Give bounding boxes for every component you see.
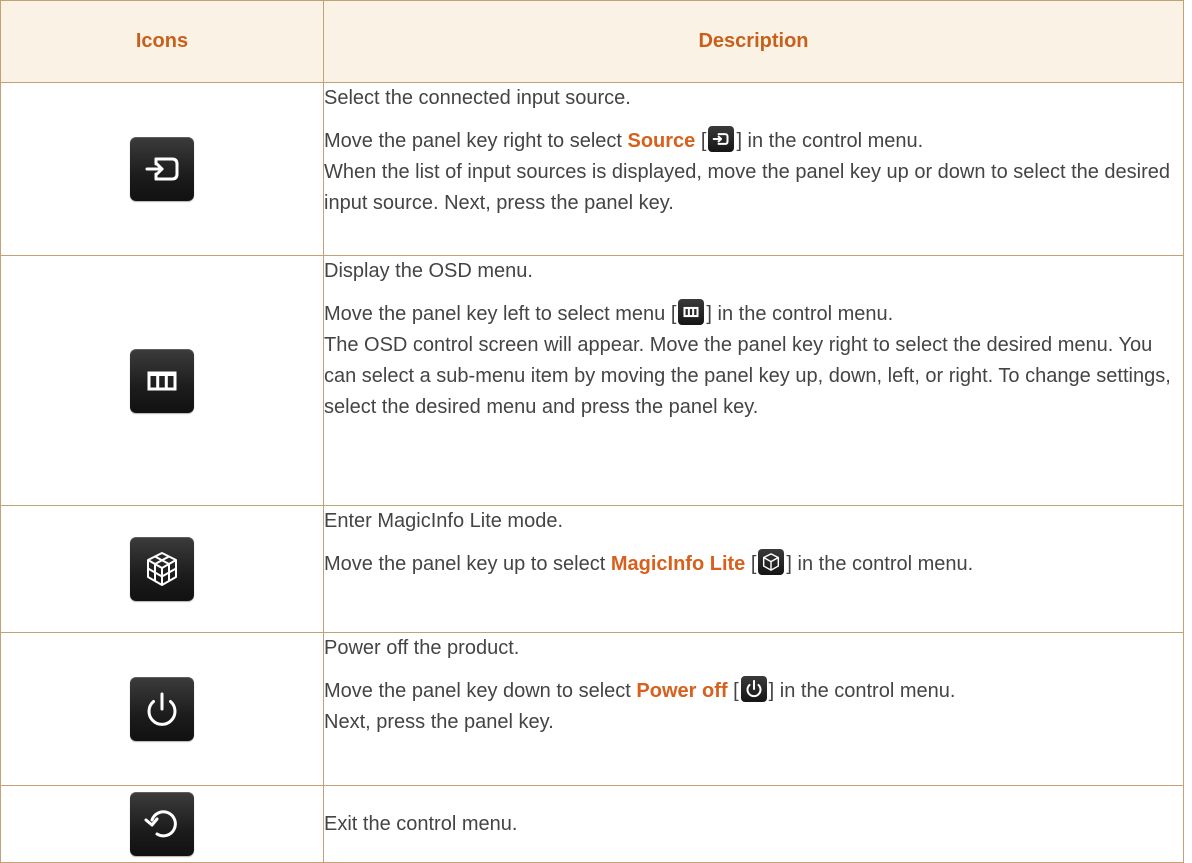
detail-text: Move the panel key left to select menu [ (324, 303, 677, 325)
source-icon (708, 126, 735, 152)
icon-cell (0, 82, 324, 256)
detail-text: When the list of input sources is displa… (324, 161, 1171, 214)
description-cell: Select the connected input source. Move … (323, 82, 1184, 256)
return-icon (130, 792, 194, 856)
table-row: Exit the control menu. (0, 785, 1184, 863)
table-row: Display the OSD menu. Move the panel key… (0, 255, 1184, 506)
highlight-magicinfo-lite: MagicInfo Lite (610, 553, 746, 575)
row-summary: Display the OSD menu. (324, 260, 533, 282)
highlight-power-off: Power off (636, 680, 728, 702)
table-header-row: Icons Description (0, 0, 1184, 83)
detail-text: [ (745, 553, 757, 575)
row-detail: Move the panel key down to select Power … (324, 676, 1183, 738)
table-row: Select the connected input source. Move … (0, 82, 1184, 256)
header-description: Description (323, 0, 1184, 83)
detail-text: ] in the control menu. (786, 553, 974, 575)
highlight-source: Source (627, 130, 696, 152)
power-icon (740, 676, 767, 702)
row-summary: Enter MagicInfo Lite mode. (324, 510, 564, 532)
detail-text: ] in the control menu. (706, 303, 894, 325)
detail-text: ] in the control menu. (768, 680, 956, 702)
power-icon (130, 677, 194, 741)
source-icon (130, 137, 194, 201)
magicinfo-icon (130, 537, 194, 601)
row-detail: Move the panel key up to select MagicInf… (324, 549, 1183, 580)
icon-cell (0, 505, 324, 633)
icon-cell (0, 632, 324, 786)
icon-cell (0, 255, 324, 506)
menu-icon (130, 348, 194, 413)
row-summary: Select the connected input source. (324, 87, 631, 109)
detail-text: Next, press the panel key. (324, 711, 554, 733)
panel-key-icons-table: Icons Description Select the connected i… (0, 0, 1184, 863)
row-summary: Exit the control menu. (324, 812, 518, 835)
detail-text: [ (695, 130, 707, 152)
detail-text: Move the panel key down to select (324, 680, 637, 702)
row-detail: Move the panel key right to select Sourc… (324, 126, 1183, 219)
description-cell: Power off the product. Move the panel ke… (323, 632, 1184, 786)
magicinfo-icon (758, 549, 785, 575)
row-detail: Move the panel key left to select menu [… (324, 299, 1183, 423)
detail-text: ] in the control menu. (736, 130, 924, 152)
description-cell: Enter MagicInfo Lite mode. Move the pane… (323, 505, 1184, 633)
description-cell: Display the OSD menu. Move the panel key… (323, 255, 1184, 506)
detail-text: Move the panel key right to select (324, 130, 628, 152)
detail-text: Move the panel key up to select (324, 553, 611, 575)
detail-text: The OSD control screen will appear. Move… (324, 334, 1171, 418)
menu-icon (678, 299, 705, 325)
row-summary: Power off the product. (324, 637, 520, 659)
header-icons: Icons (0, 0, 324, 83)
table-row: Enter MagicInfo Lite mode. Move the pane… (0, 505, 1184, 633)
description-cell: Exit the control menu. (323, 785, 1184, 863)
icon-cell (0, 785, 324, 863)
detail-text: [ (727, 680, 739, 702)
table-row: Power off the product. Move the panel ke… (0, 632, 1184, 786)
